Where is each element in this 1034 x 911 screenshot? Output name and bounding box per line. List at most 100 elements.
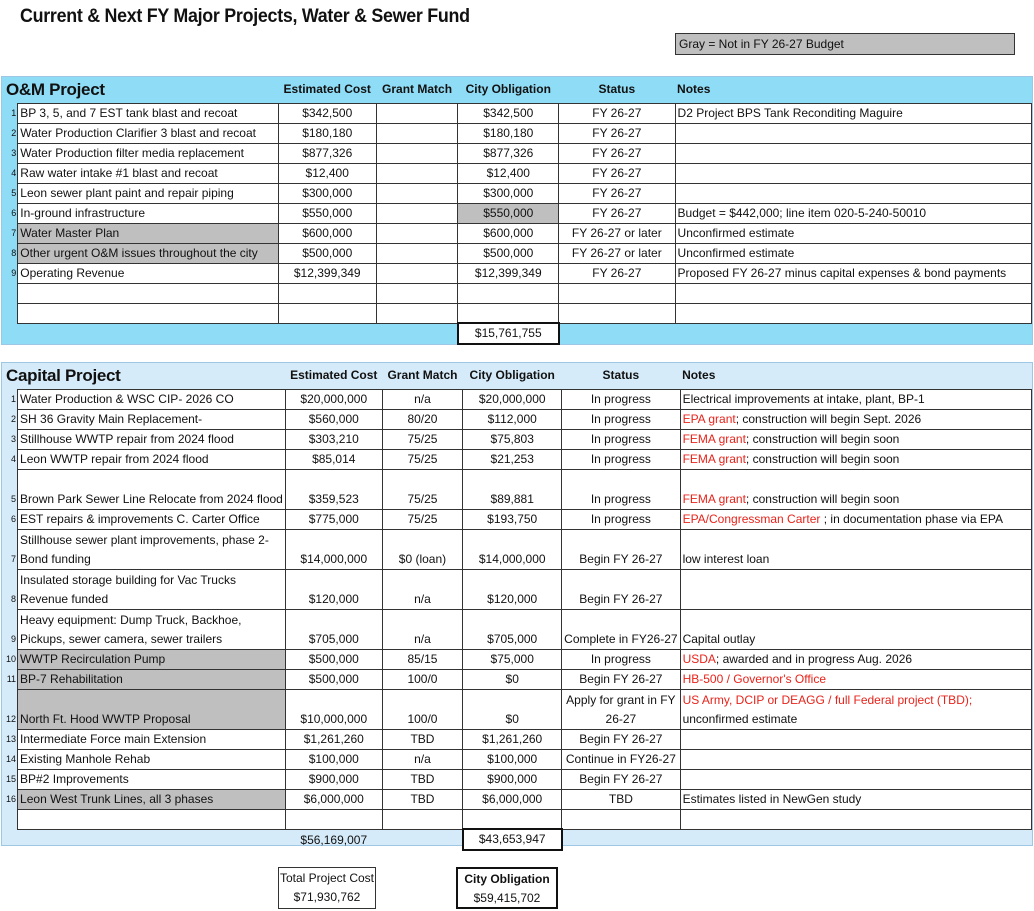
city-cell: $21,253 — [462, 448, 563, 470]
cost-cell: $85,014 — [284, 448, 383, 470]
grant-cell: n/a — [381, 748, 464, 770]
row-number: 11 — [6, 674, 17, 684]
row-number: 8 — [11, 594, 17, 604]
grant-cell: 75/25 — [381, 448, 464, 470]
project-cell: Heavy equipment: Dump Truck, Backhoe, Pi… — [17, 608, 286, 650]
status-cell: Begin FY 26-27 — [561, 768, 681, 790]
table-row: 9 Operating Revenue $12,399,349 $12,399,… — [2, 262, 1033, 284]
table-row: 4 Raw water intake #1 blast and recoat $… — [2, 162, 1033, 184]
grant-cell: TBD — [381, 768, 464, 790]
empty-row — [2, 808, 1033, 830]
cost-cell: $180,180 — [277, 122, 377, 144]
project-cell: BP 3, 5, and 7 EST tank blast and recoat — [17, 102, 279, 124]
notes-cell — [679, 768, 1033, 790]
city-cell: $0 — [462, 688, 563, 730]
status-cell: FY 26-27 — [558, 162, 676, 184]
cap-col-notes: Notes — [682, 368, 716, 383]
notes-cell: Capital outlay — [679, 608, 1033, 650]
project-cell: BP-7 Rehabilitation — [17, 668, 286, 690]
row-number: 9 — [11, 634, 17, 644]
total-project-cost-box: Total Project Cost $71,930,762 — [278, 867, 376, 909]
total-project-cost-value: $71,930,762 — [293, 890, 361, 904]
table-row: 16 Leon West Trunk Lines, all 3 phases $… — [2, 788, 1033, 810]
city-cell: $705,000 — [462, 608, 563, 650]
city-cell: $193,750 — [462, 508, 563, 530]
om-col-cost: Estimated Cost — [283, 82, 371, 97]
notes-text: Estimates listed in NewGen study — [682, 791, 862, 806]
table-row: 3 Water Production filter media replacem… — [2, 142, 1033, 164]
table-row: 14 Existing Manhole Rehab $100,000 n/a $… — [2, 748, 1033, 770]
om-col-status: Status — [598, 82, 636, 97]
cost-cell: $1,261,260 — [284, 728, 383, 750]
status-cell: In progress — [561, 448, 681, 470]
project-cell: Other urgent O&M issues throughout the c… — [17, 242, 279, 264]
grant-cell — [375, 262, 459, 284]
grant-cell: n/a — [381, 568, 464, 610]
table-row: 7 Water Master Plan $600,000 $600,000 FY… — [2, 222, 1033, 244]
cost-cell: $120,000 — [284, 568, 383, 610]
cost-cell: $100,000 — [284, 748, 383, 770]
grant-cell: 75/25 — [381, 468, 464, 510]
notes-text: ; construction will begin Sept. 2026 — [735, 411, 922, 426]
notes-cell: Budget = $442,000; line item 020-5-240-5… — [674, 202, 1033, 224]
notes-text: ; in documentation phase via EPA — [820, 511, 1003, 526]
table-row: 15 BP#2 Improvements $900,000 TBD $900,0… — [2, 768, 1033, 790]
grant-cell — [375, 142, 459, 164]
table-row: 13 Intermediate Force main Extension $1,… — [2, 728, 1033, 750]
cost-cell: $359,523 — [284, 468, 383, 510]
table-row: 1 Water Production & WSC CIP- 2026 CO $2… — [2, 388, 1033, 410]
notes-highlight: FEMA grant — [682, 451, 746, 466]
status-cell: FY 26-27 — [558, 182, 676, 204]
project-cell: WWTP Recirculation Pump — [17, 648, 286, 670]
city-cell: $12,400 — [457, 162, 560, 184]
grant-cell — [375, 122, 459, 144]
notes-text: ; construction will begin soon — [745, 431, 900, 446]
status-cell: FY 26-27 — [558, 142, 676, 164]
grant-cell: n/a — [381, 608, 464, 650]
city-cell: $100,000 — [462, 748, 563, 770]
om-col-notes: Notes — [677, 82, 711, 97]
cost-cell: $775,000 — [284, 508, 383, 530]
grant-cell: $0 (loan) — [381, 528, 464, 570]
cost-cell: $500,000 — [284, 668, 383, 690]
table-row: 3 Stillhouse WWTP repair from 2024 flood… — [2, 428, 1033, 450]
status-cell: In progress — [561, 428, 681, 450]
grant-cell — [375, 182, 459, 204]
project-cell: Stillhouse sewer plant improvements, pha… — [17, 528, 286, 570]
notes-cell: USDA; awarded and in progress Aug. 2026 — [679, 648, 1033, 670]
project-cell: Water Production Clarifier 3 blast and r… — [17, 122, 279, 144]
status-cell: In progress — [561, 468, 681, 510]
table-row: 12 North Ft. Hood WWTP Proposal $10,000,… — [2, 688, 1033, 730]
city-cell: $75,000 — [462, 648, 563, 670]
notes-highlight: FEMA grant — [682, 491, 746, 506]
empty-row — [2, 282, 1033, 304]
status-cell: In progress — [561, 408, 681, 430]
project-cell: In-ground infrastructure — [17, 202, 279, 224]
capital-total-city: $43,653,947 — [461, 828, 563, 851]
om-section: O&M Project Estimated Cost Grant Match C… — [1, 76, 1033, 345]
city-cell: $12,399,349 — [457, 262, 560, 284]
grant-cell — [375, 202, 459, 224]
cost-cell: $14,000,000 — [284, 528, 383, 570]
row-number: 7 — [11, 228, 17, 238]
table-row: 9 Heavy equipment: Dump Truck, Backhoe, … — [2, 608, 1033, 650]
grant-cell — [375, 222, 459, 244]
project-cell: Stillhouse WWTP repair from 2024 flood — [17, 428, 286, 450]
capital-section: Capital Project Estimated Cost Grant Mat… — [1, 362, 1033, 851]
project-cell: EST repairs & improvements C. Carter Off… — [17, 508, 286, 530]
total-city-obligation-label: City Obligation — [464, 872, 550, 886]
notes-text: Electrical improvements at intake, plant… — [682, 391, 925, 406]
cap-col-city: City Obligation — [469, 368, 555, 383]
cap-col-cost: Estimated Cost — [290, 368, 378, 383]
project-cell: Water Production filter media replacemen… — [17, 142, 279, 164]
notes-cell — [679, 568, 1033, 610]
row-number: 2 — [11, 128, 17, 138]
om-col-city: City Obligation — [465, 82, 551, 97]
row-number: 6 — [11, 208, 17, 218]
grant-cell — [375, 242, 459, 264]
capital-total-row: $56,169,007 $43,653,947 — [2, 828, 1032, 851]
grant-cell: TBD — [381, 728, 464, 750]
project-cell: Water Production & WSC CIP- 2026 CO — [17, 388, 286, 410]
row-number: 14 — [6, 754, 17, 764]
notes-cell: EPA grant; construction will begin Sept.… — [679, 408, 1033, 430]
